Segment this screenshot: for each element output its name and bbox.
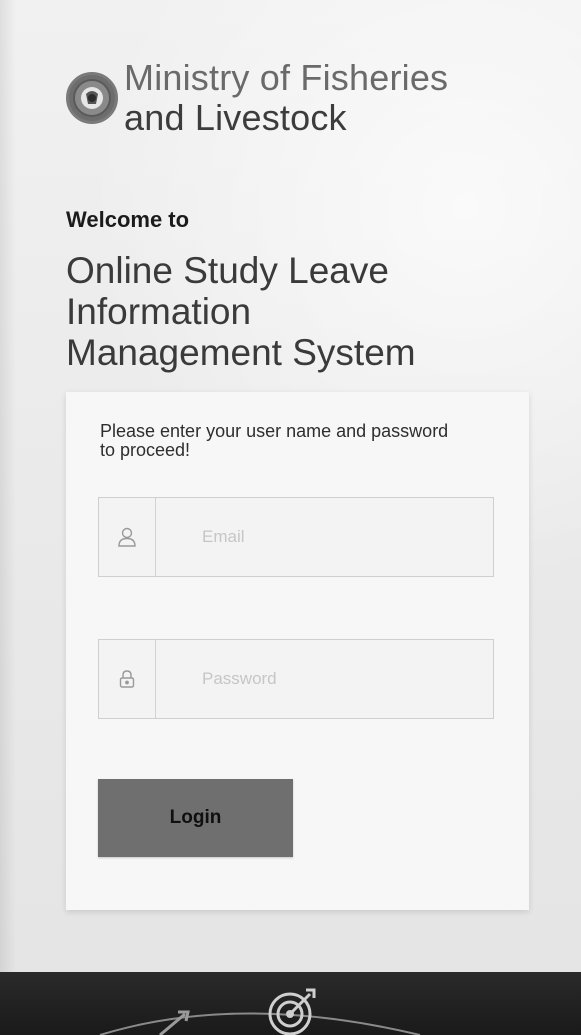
email-field-group	[98, 497, 494, 577]
password-field-group	[98, 639, 494, 719]
login-prompt: Please enter your user name and password…	[100, 421, 449, 460]
lock-icon	[99, 640, 156, 718]
system-title: Online Study Leave Information Managemen…	[66, 250, 536, 373]
system-title-line3: Management System	[66, 332, 416, 373]
password-input[interactable]	[156, 640, 493, 718]
login-card: Please enter your user name and password…	[66, 392, 529, 910]
email-input[interactable]	[156, 498, 493, 576]
footer-banner	[0, 972, 581, 1035]
ministry-name-line2: and Livestock	[124, 97, 347, 138]
site-header: Ministry of Fisheries and Livestock	[66, 58, 448, 138]
login-button[interactable]: Login	[98, 779, 293, 857]
target-icon	[268, 988, 316, 1035]
government-seal-icon	[66, 72, 118, 124]
ministry-name: Ministry of Fisheries and Livestock	[124, 58, 448, 138]
system-title-line1: Online Study Leave	[66, 250, 389, 291]
system-title-line2: Information	[66, 291, 252, 332]
user-icon	[99, 498, 156, 576]
ministry-name-line1: Ministry of Fisheries	[124, 57, 449, 98]
welcome-text: Welcome to	[66, 207, 190, 232]
edge-shadow	[0, 0, 16, 1035]
